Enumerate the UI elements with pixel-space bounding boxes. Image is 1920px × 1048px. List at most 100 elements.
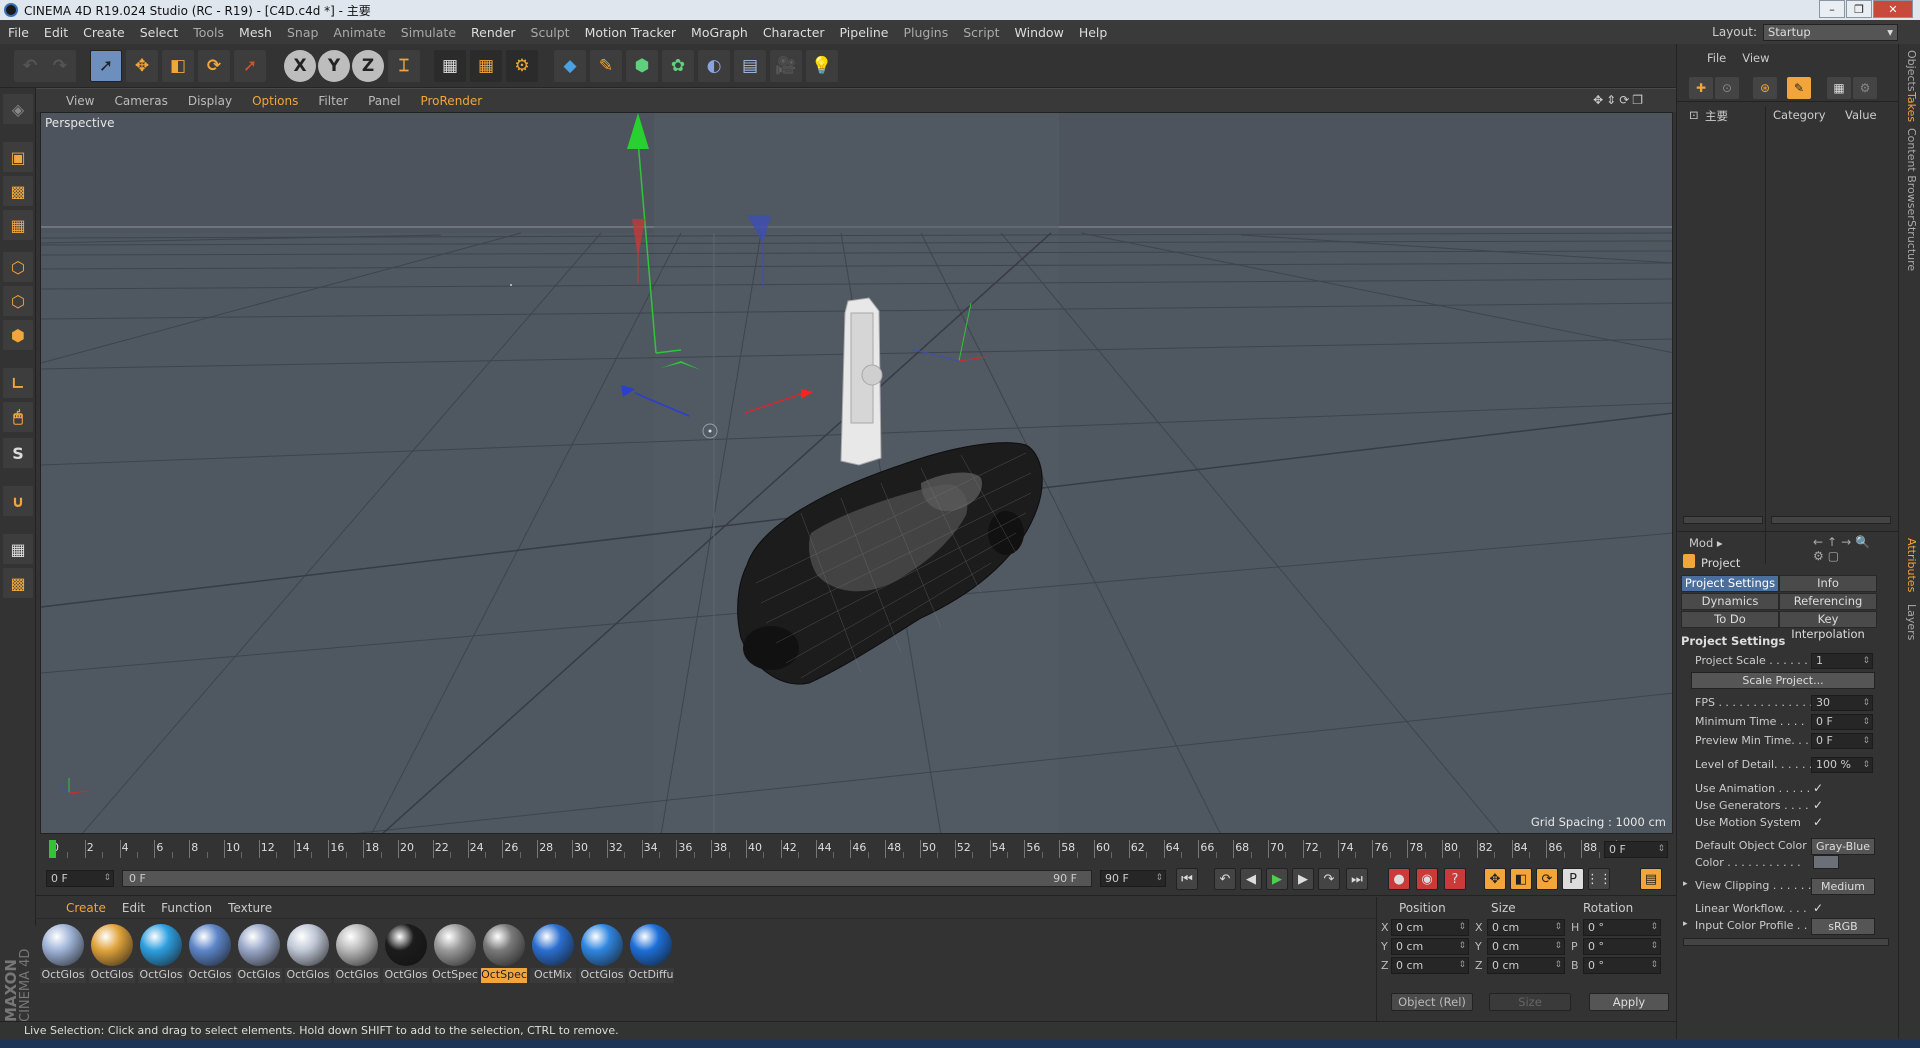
menu-snap[interactable]: Snap [287, 25, 318, 40]
menu-character[interactable]: Character [763, 25, 825, 40]
menu-pipeline[interactable]: Pipeline [840, 25, 889, 40]
size-field[interactable]: 0 cm [1487, 938, 1565, 955]
menu-help[interactable]: Help [1079, 25, 1108, 40]
material-swatch[interactable]: OctSpec [481, 924, 527, 986]
model-mode-icon[interactable]: ▣ [3, 142, 33, 172]
polygons-mode-icon[interactable]: ⬢ [3, 320, 33, 350]
layout-dropdown[interactable]: Startup [1763, 23, 1898, 41]
side-tab-content-browser[interactable]: Content Browser [1902, 128, 1918, 220]
timeline-playhead[interactable] [49, 840, 56, 858]
previous-frame-icon[interactable]: ◀ [1240, 868, 1262, 890]
solo-mode-icon[interactable]: S [3, 438, 33, 468]
previous-key-icon[interactable]: ↶ [1214, 868, 1236, 890]
viewport-menu-panel[interactable]: Panel [368, 94, 400, 108]
pen-spline-icon[interactable]: ✎ [590, 50, 622, 82]
record-rotation-icon[interactable]: ⟳ [1536, 868, 1558, 890]
go-to-start-icon[interactable]: ⏮ [1176, 868, 1198, 890]
rotation-field[interactable]: 0 ° [1583, 919, 1661, 936]
timeline-window-icon[interactable]: ▤ [1640, 868, 1662, 890]
autokeying-icon[interactable]: ◉ [1416, 868, 1438, 890]
material-swatch[interactable]: OctGlos [40, 924, 86, 986]
menu-mesh[interactable]: Mesh [239, 25, 272, 40]
end-frame-field[interactable]: 90 F [1100, 870, 1166, 887]
live-selection-icon[interactable]: ➚ [90, 50, 122, 82]
main-take-name[interactable]: 主要 [1705, 108, 1728, 124]
record-position-icon[interactable]: ✥ [1484, 868, 1506, 890]
material-swatch[interactable]: OctGlos [187, 924, 233, 986]
project-scale-field[interactable]: 1 [1811, 653, 1873, 669]
render-settings-icon[interactable]: ⚙ [506, 50, 538, 82]
close-button[interactable]: ✕ [1873, 0, 1913, 18]
material-menu-function[interactable]: Function [161, 901, 212, 915]
menu-edit[interactable]: Edit [44, 25, 68, 40]
lock-overrides-icon[interactable]: ⚙ [1853, 77, 1877, 99]
render-view-icon[interactable]: ▦ [434, 50, 466, 82]
keyframe-selection-icon[interactable]: ? [1444, 868, 1466, 890]
record-active-objects-icon[interactable]: ● [1388, 868, 1410, 890]
scale-tool-icon[interactable]: ◧ [162, 50, 194, 82]
render-picture-viewer-icon[interactable]: ▦ [470, 50, 502, 82]
viewport-menu-filter[interactable]: Filter [318, 94, 348, 108]
material-swatch[interactable]: OctDiffu [628, 924, 674, 986]
move-tool-icon[interactable]: ✥ [126, 50, 158, 82]
camera-icon[interactable]: 🎥 [770, 50, 802, 82]
attribute-scrollbar[interactable] [1683, 938, 1889, 946]
menu-animate[interactable]: Animate [333, 25, 385, 40]
coordinate-mode-dropdown[interactable]: Object (Rel) [1391, 993, 1473, 1011]
apply-button[interactable]: Apply [1589, 993, 1669, 1011]
use-animation-checkbox[interactable]: ✓ [1813, 782, 1825, 794]
take-list[interactable] [1677, 124, 1899, 564]
redo-icon[interactable]: ↷ [44, 50, 76, 82]
floor-icon[interactable]: ▤ [734, 50, 766, 82]
column-divider[interactable] [1765, 106, 1766, 564]
recent-tool-icon[interactable]: ➚ [234, 50, 266, 82]
record-parameter-icon[interactable]: P [1562, 868, 1584, 890]
side-tab-objects[interactable]: Objects [1902, 50, 1918, 92]
object-manager-scrollbars[interactable] [1677, 512, 1899, 528]
menu-select[interactable]: Select [140, 25, 179, 40]
next-frame-icon[interactable]: ▶ [1292, 868, 1314, 890]
side-tab-structure[interactable]: Structure [1902, 220, 1918, 271]
position-field[interactable]: 0 cm [1391, 957, 1469, 974]
preview-min-time-field[interactable]: 0 F [1811, 733, 1873, 749]
viewport-menu-display[interactable]: Display [188, 94, 232, 108]
rotate-tool-icon[interactable]: ⟳ [198, 50, 230, 82]
input-color-profile-dropdown[interactable]: sRGB [1811, 918, 1875, 935]
material-menu-create[interactable]: Create [66, 901, 106, 915]
y-axis-lock-button[interactable]: Y [318, 50, 350, 82]
material-menu-edit[interactable]: Edit [122, 901, 145, 915]
view-clipping-dropdown[interactable]: Medium [1811, 878, 1875, 895]
start-frame-field[interactable]: 0 F [46, 870, 114, 887]
go-to-end-icon[interactable]: ⏭ [1346, 868, 1368, 890]
rotation-field[interactable]: 0 ° [1583, 938, 1661, 955]
cube-object-icon[interactable]: ◆ [554, 50, 586, 82]
menu-render[interactable]: Render [471, 25, 516, 40]
timeline-ruler[interactable]: 0246810121416182022242628303234363840424… [36, 836, 1676, 862]
material-swatch[interactable]: OctGlos [383, 924, 429, 986]
tab-dynamics[interactable]: Dynamics [1681, 593, 1779, 610]
locked-workplane-icon[interactable]: ▦ [3, 534, 33, 564]
undo-icon[interactable]: ↶ [14, 50, 46, 82]
x-axis-lock-button[interactable]: X [284, 50, 316, 82]
next-key-icon[interactable]: ↷ [1318, 868, 1340, 890]
planar-workplane-icon[interactable]: ▩ [3, 568, 33, 598]
use-motion-system-checkbox[interactable]: ✓ [1813, 816, 1825, 828]
material-swatch[interactable]: OctGlos [89, 924, 135, 986]
render-takes-icon[interactable]: ▦ [1827, 77, 1851, 99]
side-tab-layers[interactable]: Layers [1902, 604, 1918, 640]
z-axis-lock-button[interactable]: Z [352, 50, 384, 82]
menu-file[interactable]: File [8, 25, 29, 40]
material-swatch[interactable]: OctGlos [138, 924, 184, 986]
record-scale-icon[interactable]: ◧ [1510, 868, 1532, 890]
perspective-viewport[interactable]: Perspective Grid Spacing : 1000 cm [40, 112, 1673, 834]
menu-sculpt[interactable]: Sculpt [531, 25, 570, 40]
tab-info[interactable]: Info [1779, 575, 1877, 592]
material-swatch[interactable]: OctGlos [285, 924, 331, 986]
object-menu-file[interactable]: File [1707, 51, 1726, 65]
material-menu-texture[interactable]: Texture [228, 901, 272, 915]
play-forward-icon[interactable]: ▶ [1266, 868, 1288, 890]
viewport-menu-view[interactable]: View [66, 94, 94, 108]
menu-tools[interactable]: Tools [193, 25, 224, 40]
snap-icon[interactable]: ∪ [3, 486, 33, 516]
menu-window[interactable]: Window [1015, 25, 1064, 40]
